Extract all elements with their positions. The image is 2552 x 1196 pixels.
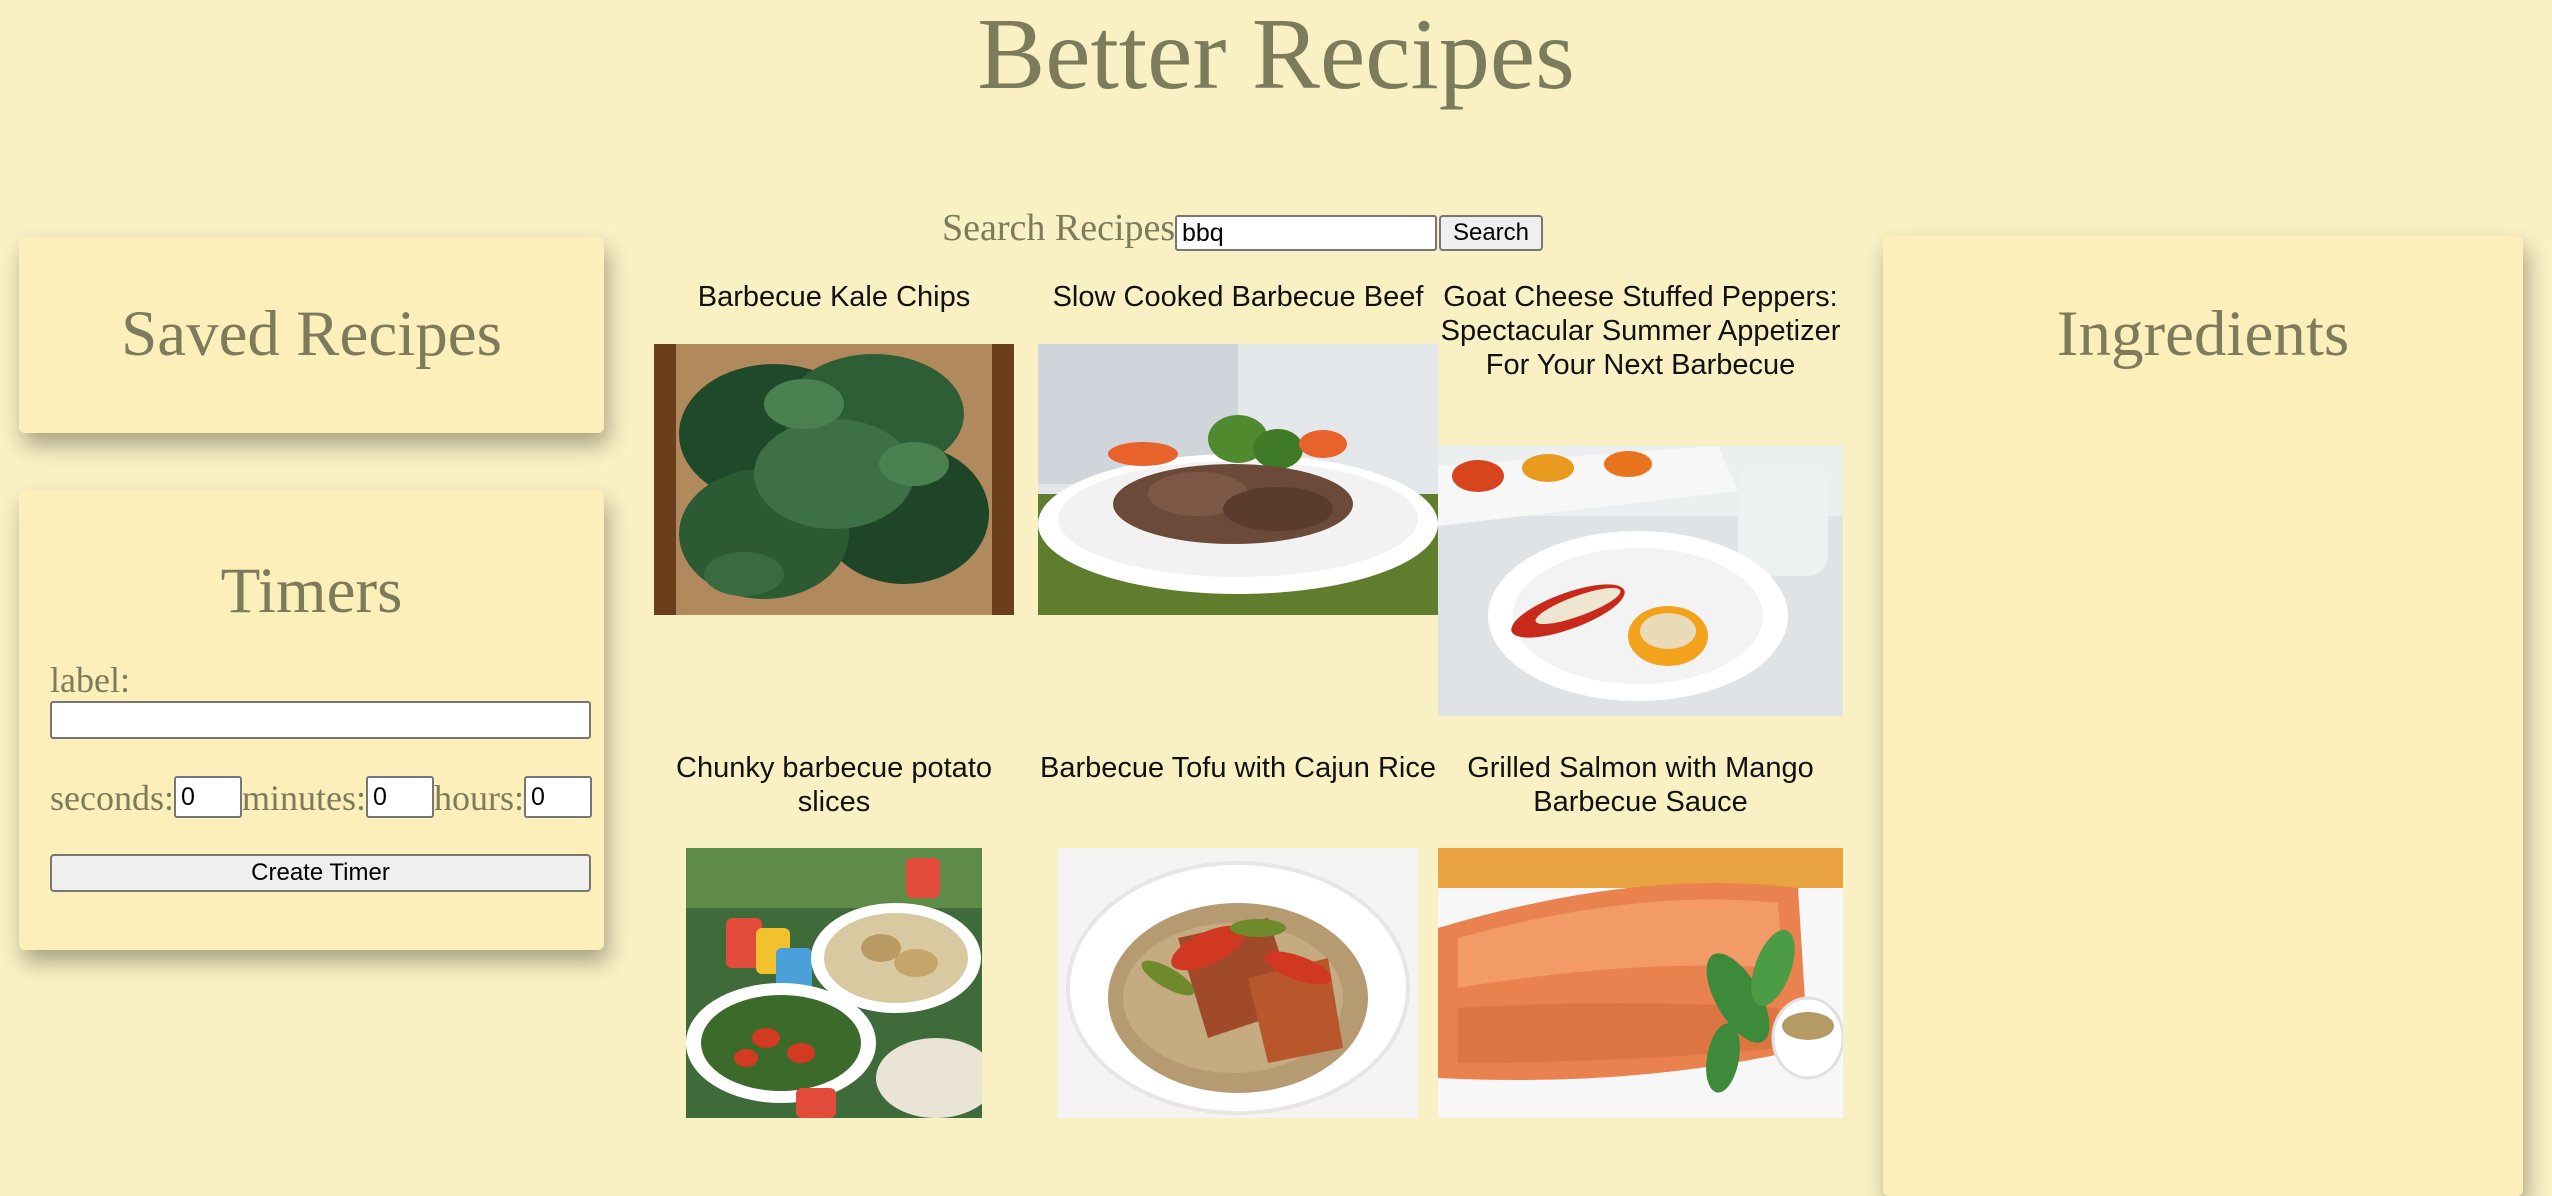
app-title: Better Recipes	[977, 0, 1575, 111]
recipe-image-barbecue-beef[interactable]	[1038, 344, 1438, 615]
hours-label: hours:	[434, 778, 524, 818]
saved-recipes-panel: Saved Recipes	[19, 237, 604, 433]
recipe-title[interactable]: Goat Cheese Stuffed Peppers: Spectacular…	[1438, 280, 1843, 382]
recipe-image-grilled-salmon[interactable]	[1438, 848, 1843, 1118]
recipe-title[interactable]: Slow Cooked Barbecue Beef	[1038, 280, 1438, 314]
timer-label-caption: label:	[50, 660, 130, 700]
search-input[interactable]	[1175, 215, 1437, 251]
search-label: Search Recipes:	[942, 207, 1186, 249]
timer-label-input[interactable]	[50, 701, 591, 739]
recipe-title[interactable]: Grilled Salmon with Mango Barbecue Sauce	[1438, 751, 1843, 819]
ingredients-panel: Ingredients	[1883, 236, 2523, 1196]
recipe-image-tofu-rice[interactable]	[1058, 848, 1418, 1118]
recipe-image-kale-chips[interactable]	[654, 344, 1014, 615]
recipe-image-stuffed-peppers[interactable]	[1438, 446, 1843, 716]
hours-input[interactable]	[524, 776, 592, 818]
ingredients-heading: Ingredients	[2056, 298, 2350, 370]
minutes-input[interactable]	[366, 776, 434, 818]
recipe-title[interactable]: Chunky barbecue potato slices	[654, 751, 1014, 819]
minutes-label: minutes:	[242, 778, 366, 818]
create-timer-button[interactable]: Create Timer	[50, 854, 591, 892]
saved-recipes-heading: Saved Recipes	[121, 298, 502, 370]
recipe-image-potato-slices[interactable]	[686, 848, 982, 1118]
seconds-input[interactable]	[174, 776, 242, 818]
timers-panel: Timers label: seconds: minutes: hours: C…	[19, 490, 604, 950]
recipe-title[interactable]: Barbecue Tofu with Cajun Rice	[1038, 751, 1438, 785]
seconds-label: seconds:	[50, 778, 174, 818]
search-button[interactable]: Search	[1439, 215, 1543, 251]
timers-heading: Timers	[220, 555, 403, 627]
recipe-title[interactable]: Barbecue Kale Chips	[654, 280, 1014, 314]
